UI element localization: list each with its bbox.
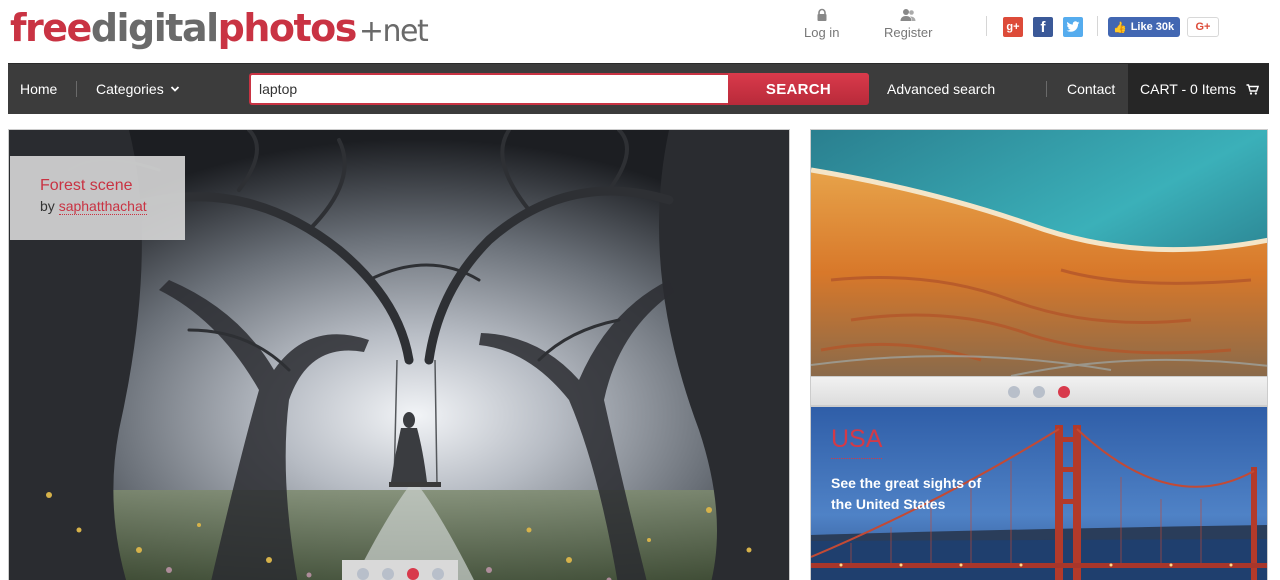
nav-divider — [1046, 81, 1047, 97]
search-input[interactable] — [249, 73, 728, 105]
side-slider-dot-3[interactable] — [1058, 385, 1070, 398]
facebook-like-button[interactable]: 👍 Like 30k — [1108, 17, 1180, 37]
lock-icon — [817, 8, 827, 21]
side-slider-pagination — [811, 376, 1267, 405]
hero-slider-pagination — [342, 560, 458, 580]
logo-part-photos: photos — [217, 6, 358, 50]
aerial-landscape-image — [811, 130, 1267, 376]
hero-slider-dot-1[interactable] — [356, 568, 369, 580]
nav-contact[interactable]: Contact — [1067, 64, 1115, 114]
hero-author-link[interactable]: saphatthachat — [58, 198, 147, 215]
logo-part-net: +net — [358, 14, 429, 49]
users-icon — [900, 9, 916, 21]
hero-slider-dot-3[interactable] — [406, 568, 419, 580]
facebook-icon[interactable]: f — [1033, 17, 1053, 37]
google-plus-button[interactable]: G+ — [1187, 17, 1219, 37]
nav-advanced-search[interactable]: Advanced search — [887, 64, 995, 114]
login-link[interactable]: Log in — [804, 8, 839, 40]
chevron-down-icon — [170, 86, 179, 92]
usa-promo[interactable]: USA See the great sights of the United S… — [810, 406, 1268, 580]
header-divider — [1097, 16, 1098, 36]
login-label: Log in — [804, 25, 840, 40]
nav-home[interactable]: Home — [20, 64, 57, 114]
google-plus-icon[interactable]: g+ — [1003, 17, 1023, 37]
register-link[interactable]: Register — [884, 8, 932, 40]
nav-categories-label: Categories — [96, 81, 164, 97]
cart-icon — [1246, 83, 1259, 95]
hero-byline: by saphatthachat — [40, 198, 147, 215]
header-divider — [986, 16, 987, 36]
twitter-bird-icon — [1066, 21, 1080, 32]
hero-slider-dot-4[interactable] — [431, 568, 444, 580]
main-navbar: Home Categories SEARCH Advanced search C… — [8, 63, 1269, 114]
cart-button[interactable]: CART - 0 Items — [1128, 64, 1269, 114]
hero-slider[interactable]: Forest scene by saphatthachat — [8, 129, 790, 580]
facebook-like-label: Like 30k — [1130, 21, 1175, 33]
hero-slider-dot-2[interactable] — [381, 568, 394, 580]
logo-part-free: free — [10, 6, 92, 50]
hero-by-label: by — [40, 198, 55, 214]
side-slider[interactable] — [810, 129, 1268, 406]
hero-caption: Forest scene by saphatthachat — [10, 156, 185, 240]
usa-promo-title[interactable]: USA — [831, 425, 883, 459]
search-button[interactable]: SEARCH — [728, 73, 869, 105]
side-slider-dot-2[interactable] — [1033, 385, 1045, 398]
hero-title[interactable]: Forest scene — [40, 177, 185, 195]
twitter-icon[interactable] — [1063, 17, 1083, 37]
cart-label: CART - 0 Items — [1140, 81, 1236, 97]
logo-part-digital: digital — [90, 6, 219, 50]
nav-divider — [76, 81, 77, 97]
side-slider-dot-1[interactable] — [1008, 385, 1020, 398]
site-logo[interactable]: free digital photos +net — [10, 4, 429, 52]
nav-categories[interactable]: Categories — [96, 64, 180, 114]
thumbs-up-icon: 👍 — [1113, 21, 1127, 34]
register-label: Register — [884, 25, 933, 40]
usa-promo-subtitle: See the great sights of the United State… — [831, 475, 982, 512]
